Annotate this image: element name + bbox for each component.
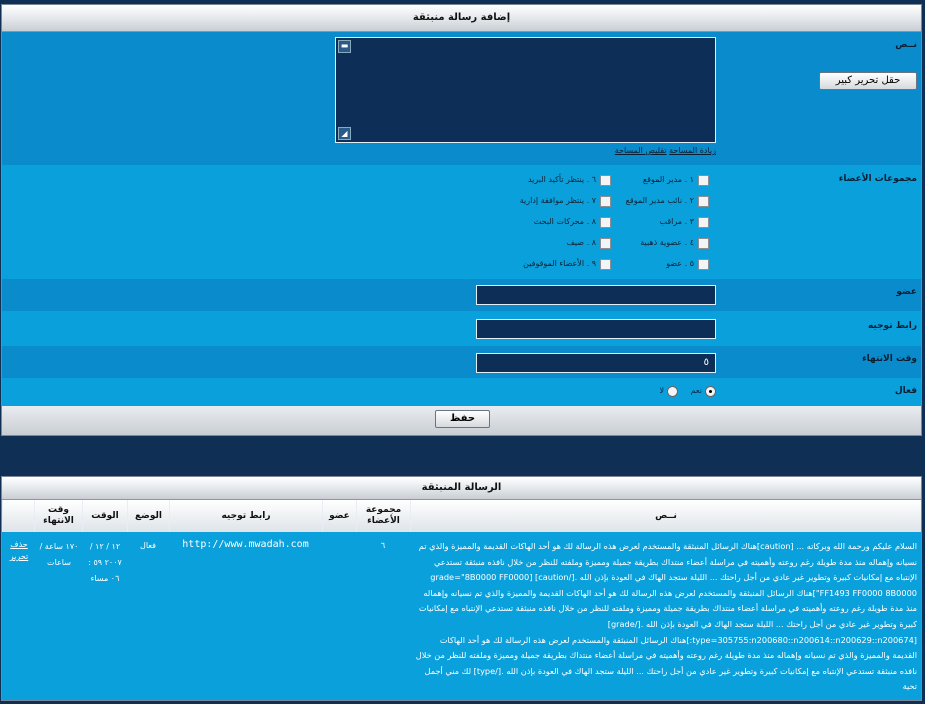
row-expire: ١٧٠ ساعة / ساعات: [39, 542, 79, 567]
group-checkbox-label: ٤ . عضوية ذهبية: [640, 238, 694, 247]
group-checkbox-label: ٥ . عضو: [666, 259, 694, 268]
group-checkbox[interactable]: [600, 259, 611, 270]
header-status: الوضع: [127, 500, 169, 532]
row-actions: حذف تحرير: [4, 539, 34, 563]
redirect-input[interactable]: [476, 319, 716, 339]
scroll-up-icon[interactable]: ▬: [338, 40, 351, 53]
group-checkbox-label: ٨ . محركات البحث: [533, 217, 596, 226]
text-row: نــص حقل تحرير كبير ▬ ◢ زيادة المساحة تق…: [2, 32, 921, 165]
header-time: الوقت: [82, 500, 127, 532]
group-checkbox-label: ٢ . نائب مدير الموقع: [625, 196, 694, 205]
group-checkbox[interactable]: [600, 196, 611, 207]
groups-row: مجموعات الأعضاء ١ . مدير الموقع ٦ . ينتظر…: [2, 166, 921, 278]
group-checkbox-label: ٦ . ينتظر تأكيد البريد: [527, 175, 596, 184]
expire-label: وقت الانتهاء: [862, 354, 917, 364]
expire-input[interactable]: ٥: [476, 353, 716, 373]
expire-row: وقت الانتهاء ٥: [2, 346, 921, 378]
header-redirect: رابط توجيه: [169, 500, 322, 532]
group-checkbox[interactable]: [698, 175, 709, 186]
groups-label: مجموعات الأعضاء: [838, 174, 917, 184]
active-radio-group: نعم لا: [642, 385, 716, 399]
text-area[interactable]: ▬ ◢: [335, 37, 716, 143]
row-text: السلام عليكم ورحمة الله وبركاته ... [cau…: [415, 541, 917, 692]
group-checkbox-label: ٣ . مراقب: [659, 217, 694, 226]
save-button[interactable]: حفظ: [435, 410, 490, 428]
popup-list-title: الرسالة المنبثقة: [2, 477, 921, 500]
row-time: ١٢ / ١٢ / ٢٠٠٧ ٥٩ : ٠٦ مساء: [88, 542, 122, 583]
radio-no[interactable]: [667, 386, 678, 397]
header-group: مجموعة الأعضاء: [356, 500, 410, 532]
save-row: حفظ: [2, 406, 921, 435]
delete-link[interactable]: حذف: [10, 540, 27, 549]
group-checkbox[interactable]: [600, 175, 611, 186]
member-label: عضو: [896, 287, 917, 297]
text-label: نــص: [895, 40, 917, 50]
active-label: فعال: [894, 386, 917, 396]
radio-yes-dot: [709, 390, 712, 393]
group-checkbox-label: ٨ . ضيف: [566, 238, 596, 247]
active-row: فعال نعم لا: [2, 379, 921, 405]
increase-area-link[interactable]: زيادة المساحة: [669, 146, 716, 155]
add-popup-panel: إضافة رسالة منبثقة نــص حقل تحرير كبير ▬…: [1, 4, 922, 436]
table-header: نــص مجموعة الأعضاء عضو رابط توجيه الوضع…: [2, 500, 921, 532]
group-checkbox[interactable]: [698, 259, 709, 270]
group-checkbox[interactable]: [600, 238, 611, 249]
radio-yes-label: نعم: [690, 386, 702, 395]
resize-handle-icon[interactable]: ◢: [338, 127, 351, 140]
resize-links: زيادة المساحة تقليص المساحة: [335, 146, 716, 155]
redirect-label: رابط توجيه: [867, 321, 917, 331]
table-row: السلام عليكم ورحمة الله وبركاته ... [cau…: [2, 533, 921, 699]
group-checkbox[interactable]: [698, 217, 709, 228]
redirect-row: رابط توجيه: [2, 312, 921, 345]
header-expire: وقت الانتهاء: [34, 500, 82, 532]
group-checkbox[interactable]: [698, 196, 709, 207]
group-checkbox[interactable]: [600, 217, 611, 228]
radio-yes[interactable]: [705, 386, 716, 397]
row-redirect: http://www.mwadah.com: [182, 539, 309, 550]
row-status: فعال: [140, 541, 156, 550]
group-checkbox-label: ٧ . ينتظر موافقة إدارية: [519, 196, 596, 205]
header-text: نــص: [410, 500, 921, 532]
row-group: ٦: [380, 541, 386, 550]
member-row: عضو: [2, 279, 921, 311]
header-actions: [2, 500, 34, 532]
group-checkbox-label: ٩ . الأعضاء الموقوفين: [523, 259, 596, 268]
add-popup-title: إضافة رسالة منبثقة: [2, 5, 921, 32]
group-checkbox-label: ١ . مدير الموقع: [642, 175, 694, 184]
edit-link[interactable]: تحرير: [10, 552, 28, 561]
decrease-area-link[interactable]: تقليص المساحة: [615, 146, 667, 155]
radio-no-label: لا: [659, 386, 664, 395]
group-checkbox[interactable]: [698, 238, 709, 249]
header-member: عضو: [322, 500, 356, 532]
popup-list-panel: الرسالة المنبثقة نــص مجموعة الأعضاء عضو…: [1, 476, 922, 701]
member-input[interactable]: [476, 285, 716, 305]
big-editor-button[interactable]: حقل تحرير كبير: [819, 72, 917, 90]
expire-value: ٥: [703, 357, 709, 368]
